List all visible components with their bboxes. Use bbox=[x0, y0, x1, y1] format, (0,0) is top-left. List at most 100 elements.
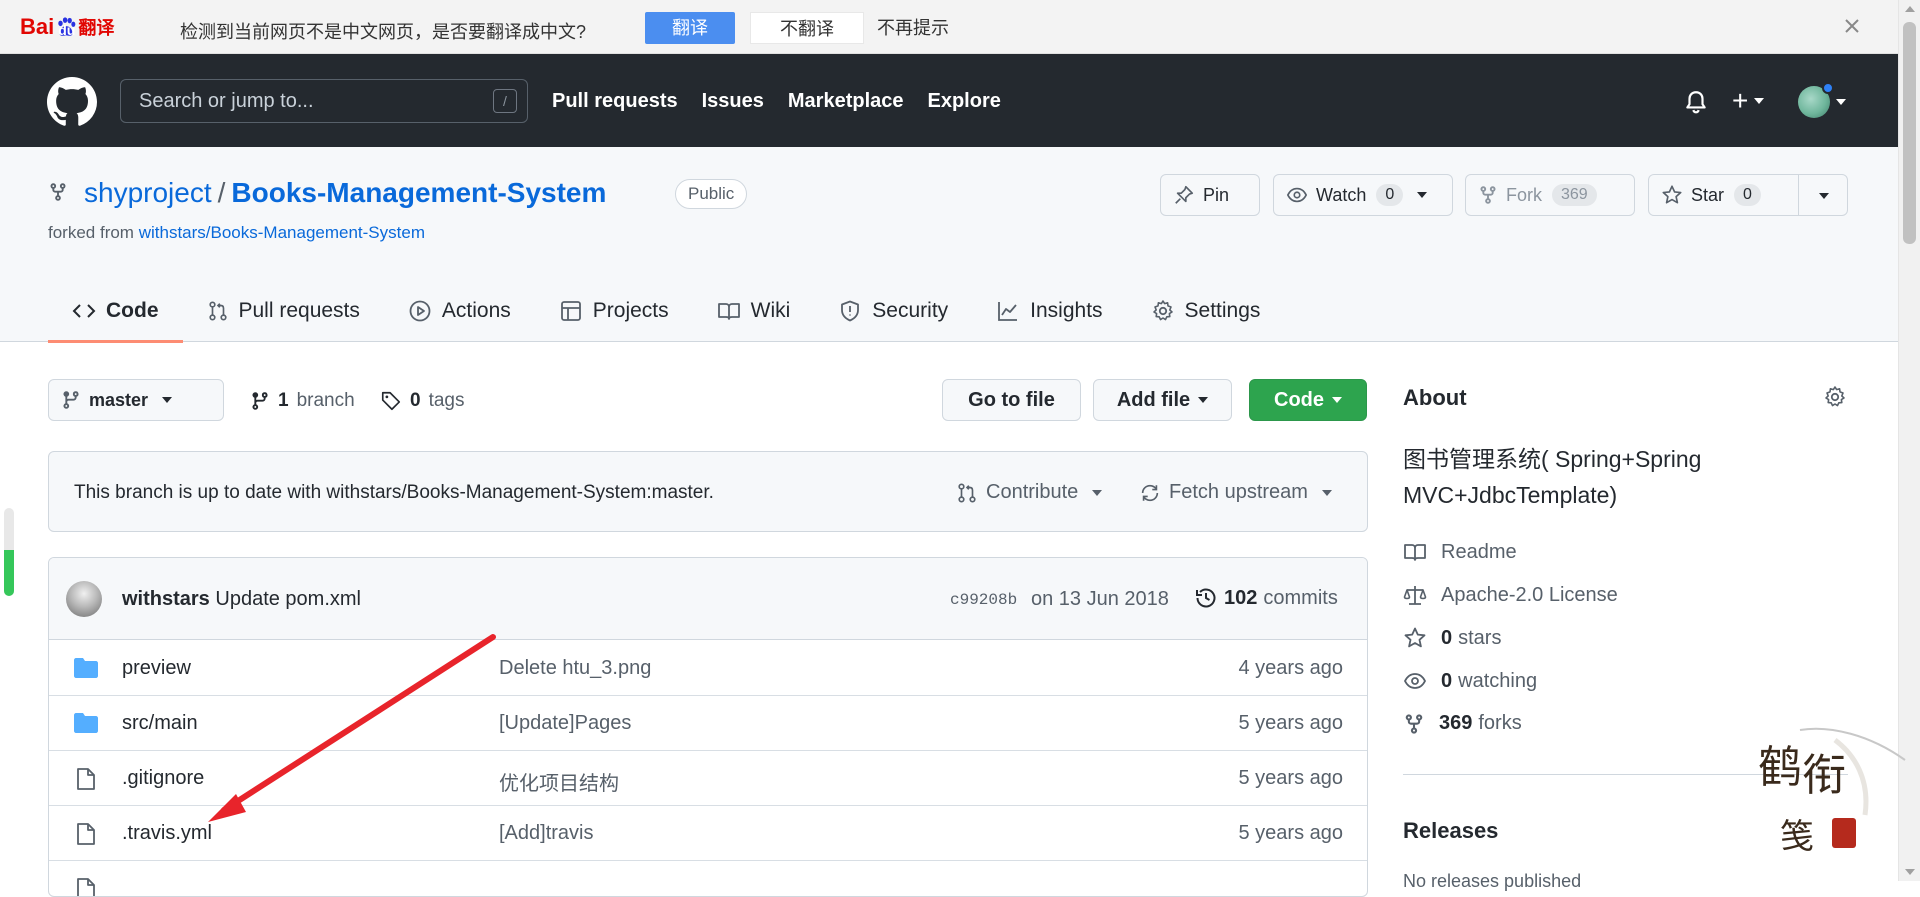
forked-from-link[interactable]: withstars/Books-Management-System bbox=[139, 223, 425, 242]
bell-icon[interactable] bbox=[1683, 89, 1709, 115]
history-icon bbox=[1196, 588, 1216, 608]
forks-word: forks bbox=[1478, 712, 1522, 734]
file-row[interactable]: .travis.yml [Add]travis 5 years ago bbox=[49, 806, 1367, 861]
fork-icon bbox=[1480, 186, 1496, 204]
go-to-file-button[interactable]: Go to file bbox=[942, 379, 1081, 421]
tag-word: tags bbox=[428, 390, 465, 411]
contribute-button[interactable]: Contribute bbox=[956, 481, 1103, 504]
tab-pull-requests[interactable]: Pull requests bbox=[183, 280, 384, 342]
pin-icon bbox=[1175, 185, 1194, 204]
add-file-label: Add file bbox=[1116, 388, 1191, 411]
gear-icon[interactable] bbox=[1823, 385, 1847, 409]
watermark-seal: 鹤 衔 笺 bbox=[1758, 727, 1906, 857]
file-row[interactable]: preview Delete htu_3.png 4 years ago bbox=[49, 641, 1367, 696]
forks-link[interactable]: 369 forks bbox=[1403, 712, 1522, 735]
tab-actions[interactable]: Actions bbox=[384, 280, 535, 342]
translate-bar: Bai du 翻译 检测到当前网页不是中文网页，是否要翻译成中文? 翻译 不翻译… bbox=[0, 0, 1898, 54]
book-icon bbox=[1404, 544, 1426, 561]
pull-request-icon bbox=[208, 301, 227, 321]
tab-actions-label: Actions bbox=[441, 299, 511, 322]
repo-separator: / bbox=[217, 177, 226, 208]
commit-text[interactable]: Update pom.xml bbox=[215, 588, 361, 610]
search-input[interactable]: Search or jump to... / bbox=[120, 79, 528, 123]
nav-explore[interactable]: Explore bbox=[928, 90, 1001, 113]
license-link[interactable]: Apache-2.0 License bbox=[1403, 583, 1618, 607]
stars-link[interactable]: 0 stars bbox=[1403, 626, 1501, 650]
file-age: 4 years ago bbox=[1238, 657, 1343, 679]
branches-link[interactable]: 1 branch bbox=[250, 390, 355, 412]
releases-heading[interactable]: Releases bbox=[1403, 818, 1498, 844]
github-logo-icon[interactable] bbox=[47, 77, 97, 127]
contribute-label: Contribute bbox=[986, 481, 1079, 503]
nav-marketplace[interactable]: Marketplace bbox=[788, 90, 904, 113]
watch-count: 0 bbox=[1376, 184, 1404, 206]
tab-projects[interactable]: Projects bbox=[535, 280, 693, 342]
commit-author[interactable]: withstars bbox=[122, 588, 210, 610]
header-nav: Pull requests Issues Marketplace Explore bbox=[552, 90, 1001, 113]
star-icon bbox=[1404, 627, 1426, 648]
file-commit-message[interactable]: 优化项目结构 bbox=[499, 767, 619, 796]
releases-subtitle: No releases published bbox=[1403, 871, 1582, 891]
branch-selector[interactable]: master bbox=[48, 379, 224, 421]
file-icon bbox=[77, 768, 95, 790]
stars-word: stars bbox=[1458, 626, 1502, 649]
tab-settings[interactable]: Settings bbox=[1127, 280, 1285, 342]
fork-button[interactable]: Fork 369 bbox=[1465, 174, 1635, 216]
star-button[interactable]: Star 0 bbox=[1648, 174, 1848, 216]
create-new-button[interactable]: + bbox=[1732, 87, 1765, 115]
scroll-up-arrow-icon[interactable] bbox=[1905, 6, 1915, 12]
close-icon[interactable] bbox=[1840, 14, 1864, 38]
commit-history-link[interactable]: 102 commits bbox=[1194, 586, 1338, 610]
tag-count: 0 bbox=[410, 390, 421, 411]
repo-name-link[interactable]: Books-Management-System bbox=[231, 177, 606, 209]
add-file-button[interactable]: Add file bbox=[1093, 379, 1232, 421]
code-button[interactable]: Code bbox=[1249, 379, 1367, 421]
book-icon bbox=[717, 303, 740, 320]
translate-button[interactable]: 翻译 bbox=[645, 12, 735, 44]
file-row[interactable]: src/main [Update]Pages 5 years ago bbox=[49, 696, 1367, 751]
file-name[interactable]: .gitignore bbox=[122, 767, 204, 790]
tab-code[interactable]: Code bbox=[48, 280, 183, 343]
code-icon bbox=[72, 304, 96, 318]
tags-link[interactable]: 0 tags bbox=[380, 390, 465, 412]
graph-icon bbox=[998, 302, 1018, 321]
nav-issues[interactable]: Issues bbox=[702, 90, 764, 113]
avatar bbox=[1798, 82, 1834, 118]
repo-owner-link[interactable]: shyproject bbox=[84, 177, 212, 209]
forks-count: 369 bbox=[1439, 712, 1473, 734]
file-name[interactable]: src/main bbox=[122, 712, 198, 735]
tab-security[interactable]: Security bbox=[814, 280, 972, 342]
no-translate-button[interactable]: 不翻译 bbox=[750, 12, 864, 44]
file-row[interactable] bbox=[49, 861, 1367, 896]
tab-wiki[interactable]: Wiki bbox=[693, 280, 815, 342]
chevron-down-icon bbox=[162, 397, 173, 403]
fetch-label: Fetch upstream bbox=[1169, 481, 1308, 503]
chevron-down-icon bbox=[1321, 489, 1332, 496]
latest-commit: withstars Update pom.xml c99208b on 13 J… bbox=[49, 558, 1367, 640]
tab-insights[interactable]: Insights bbox=[972, 280, 1126, 342]
fork-icon bbox=[1405, 713, 1423, 734]
baidu-logo-du: du bbox=[58, 22, 76, 38]
watching-link[interactable]: 0 watching bbox=[1403, 669, 1537, 693]
pin-button[interactable]: Pin bbox=[1160, 174, 1260, 216]
avatar[interactable] bbox=[66, 581, 102, 617]
file-commit-message[interactable]: [Add]travis bbox=[499, 822, 593, 845]
file-commit-message[interactable]: Delete htu_3.png bbox=[499, 657, 651, 680]
fetch-upstream-button[interactable]: Fetch upstream bbox=[1139, 481, 1332, 504]
fork-count: 369 bbox=[1552, 184, 1597, 206]
file-name[interactable]: .travis.yml bbox=[122, 822, 212, 845]
file-commit-message[interactable]: [Update]Pages bbox=[499, 712, 631, 735]
user-menu-button[interactable] bbox=[1798, 82, 1846, 118]
scroll-thumb[interactable] bbox=[1903, 22, 1916, 244]
watch-button[interactable]: Watch 0 bbox=[1273, 174, 1453, 216]
commit-count: 102 bbox=[1224, 586, 1258, 609]
file-row[interactable]: .gitignore 优化项目结构 5 years ago bbox=[49, 751, 1367, 806]
file-name[interactable]: preview bbox=[122, 657, 191, 680]
tab-projects-label: Projects bbox=[592, 299, 669, 322]
never-show-button[interactable]: 不再提示 bbox=[877, 12, 967, 44]
commit-hash[interactable]: c99208b bbox=[950, 591, 1017, 609]
tab-insights-label: Insights bbox=[1030, 299, 1103, 322]
star-list-chevron-icon[interactable] bbox=[1819, 193, 1829, 199]
nav-pull-requests[interactable]: Pull requests bbox=[552, 90, 678, 113]
readme-link[interactable]: Readme bbox=[1403, 540, 1517, 564]
